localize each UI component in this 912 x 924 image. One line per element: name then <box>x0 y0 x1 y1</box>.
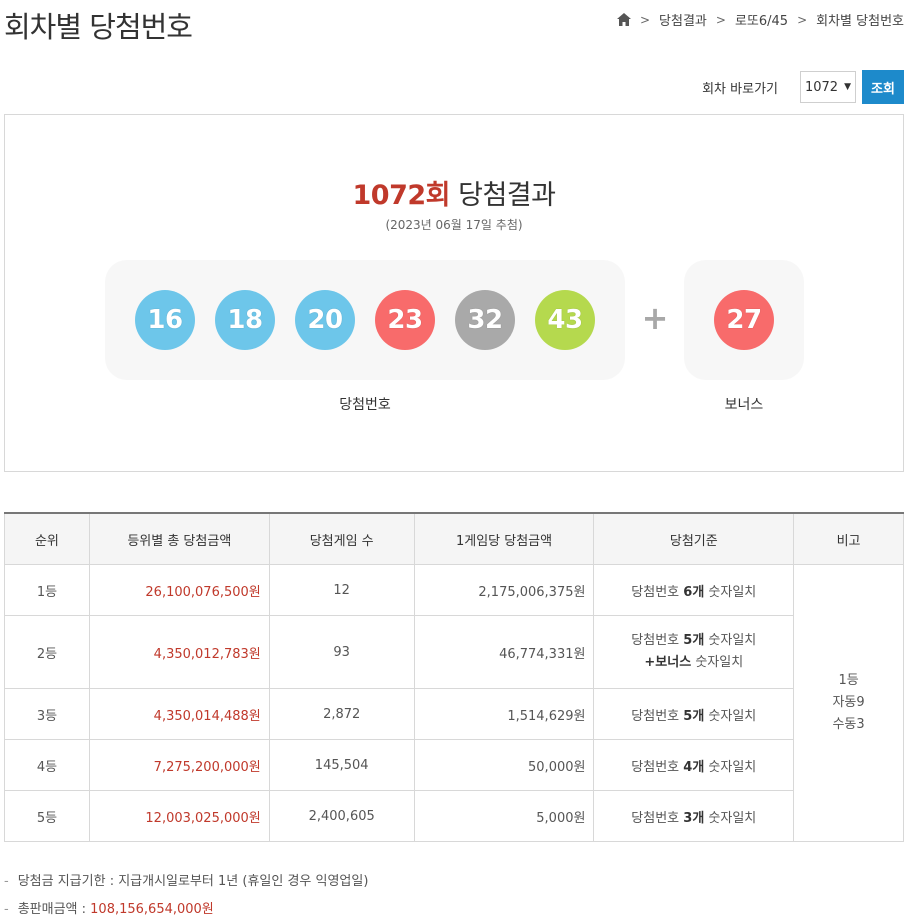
round-select[interactable]: 1072 ▼ <box>800 71 856 103</box>
draw-date: (2023년 06월 17일 추첨) <box>385 218 523 232</box>
round-title-suffix: 당첨결과 <box>458 180 556 211</box>
notes: - 당첨금 지급기한 : 지급개시일로부터 1년 (휴일인 경우 익영업일) -총… <box>4 868 368 924</box>
bonus-number-panel: 27 <box>684 260 804 380</box>
header-winning-games: 당첨게임 수 <box>268 512 415 565</box>
round-goto-label: 회차 바로가기 <box>702 81 778 97</box>
rank-cell: 1등 <box>4 564 90 616</box>
round-select-value: 1072 <box>804 79 839 95</box>
breadcrumb-item-current[interactable]: 회차별 당첨번호 <box>816 10 904 29</box>
winning-games-cell: 145,504 <box>268 739 415 791</box>
winning-ball: 43 <box>535 290 595 350</box>
table-row: 4등 7,275,200,000원 145,504 50,000원 당첨번호 4… <box>4 739 904 791</box>
search-button[interactable]: 조회 <box>862 70 904 104</box>
rank-cell: 5등 <box>4 790 90 842</box>
header-total-prize: 등위별 총 당첨금액 <box>88 512 270 565</box>
winning-games-cell: 2,400,605 <box>268 790 415 842</box>
winning-ball: 32 <box>455 290 515 350</box>
criteria-cell: 당첨번호 4개 숫자일치 <box>593 739 795 791</box>
chevron-right-icon: > <box>639 12 651 27</box>
round-goto: 회차 바로가기 1072 ▼ 조회 <box>702 70 904 104</box>
table-header-row: 순위 등위별 총 당첨금액 당첨게임 수 1게임당 당첨금액 당첨기준 비고 <box>4 512 904 565</box>
winning-ball: 23 <box>375 290 435 350</box>
prize-table: 순위 등위별 총 당첨금액 당첨게임 수 1게임당 당첨금액 당첨기준 비고 1… <box>4 512 904 842</box>
home-icon[interactable] <box>616 13 631 26</box>
bonus-label: 보너스 <box>724 397 764 413</box>
winning-games-cell: 2,872 <box>268 688 415 740</box>
criteria-cell: 당첨번호 5개 숫자일치 +보너스 숫자일치 <box>593 615 795 689</box>
chevron-right-icon: > <box>797 12 808 27</box>
total-prize-cell: 12,003,025,000원 <box>88 790 270 842</box>
rank-cell: 3등 <box>4 688 90 740</box>
winning-ball: 16 <box>135 290 195 350</box>
criteria-cell: 당첨번호 3개 숫자일치 <box>593 790 795 842</box>
total-prize-cell: 4,350,012,783원 <box>88 615 270 689</box>
header-prize-per-game: 1게임당 당첨금액 <box>413 512 595 565</box>
criteria-cell: 당첨번호 6개 숫자일치 <box>593 564 795 616</box>
caret-down-icon: ▼ <box>844 82 851 92</box>
prize-per-game-cell: 1,514,629원 <box>413 688 595 740</box>
plus-icon: + <box>641 299 669 337</box>
table-row: 1등 26,100,076,500원 12 2,175,006,375원 당첨번… <box>4 564 904 842</box>
breadcrumb-item-lotto[interactable]: 로또6/45 <box>735 10 788 29</box>
total-prize-cell: 26,100,076,500원 <box>88 564 270 616</box>
winning-games-cell: 93 <box>268 615 415 689</box>
header-criteria: 당첨기준 <box>593 512 795 565</box>
prize-per-game-cell: 5,000원 <box>413 790 595 842</box>
rank-cell: 2등 <box>4 615 90 689</box>
bonus-ball: 27 <box>714 290 774 350</box>
winning-ball: 20 <box>295 290 355 350</box>
breadcrumb: > 당첨결과 > 로또6/45 > 회차별 당첨번호 <box>616 10 904 29</box>
rank-cell: 4등 <box>4 739 90 791</box>
chevron-right-icon: > <box>715 12 726 27</box>
header-rank: 순위 <box>4 512 90 565</box>
winning-numbers-panel: 16 18 20 23 32 43 <box>105 260 625 380</box>
breadcrumb-item-results[interactable]: 당첨결과 <box>659 10 707 29</box>
header-remarks: 비고 <box>793 512 904 565</box>
winning-numbers-label: 당첨번호 <box>339 397 391 413</box>
winning-games-cell: 12 <box>268 564 415 616</box>
winning-ball: 18 <box>215 290 275 350</box>
total-prize-cell: 4,350,014,488원 <box>88 688 270 740</box>
round-title: 1072회 당첨결과 <box>5 173 903 212</box>
criteria-cell: 당첨번호 5개 숫자일치 <box>593 688 795 740</box>
table-row: 3등 4,350,014,488원 2,872 1,514,629원 당첨번호 … <box>4 688 904 740</box>
note-total-sales: - 총판매금액 : 108,156,654,000원 <box>4 902 214 917</box>
total-prize-cell: 7,275,200,000원 <box>88 739 270 791</box>
table-row: 2등 4,350,012,783원 93 46,774,331원 당첨번호 5개… <box>4 615 904 689</box>
round-number: 1072회 <box>352 180 451 211</box>
prize-per-game-cell: 2,175,006,375원 <box>413 564 595 616</box>
page-title: 회차별 당첨번호 <box>4 10 193 44</box>
table-row: 5등 12,003,025,000원 2,400,605 5,000원 당첨번호… <box>4 790 904 842</box>
result-box: 1072회 당첨결과 (2023년 06월 17일 추첨) 16 18 20 2… <box>4 114 904 472</box>
note-deadline: - 당첨금 지급기한 : 지급개시일로부터 1년 (휴일인 경우 익영업일) <box>4 874 369 889</box>
prize-per-game-cell: 46,774,331원 <box>413 615 595 689</box>
prize-per-game-cell: 50,000원 <box>413 739 595 791</box>
remarks-cell: 1등 자동9 수동3 <box>793 564 904 842</box>
